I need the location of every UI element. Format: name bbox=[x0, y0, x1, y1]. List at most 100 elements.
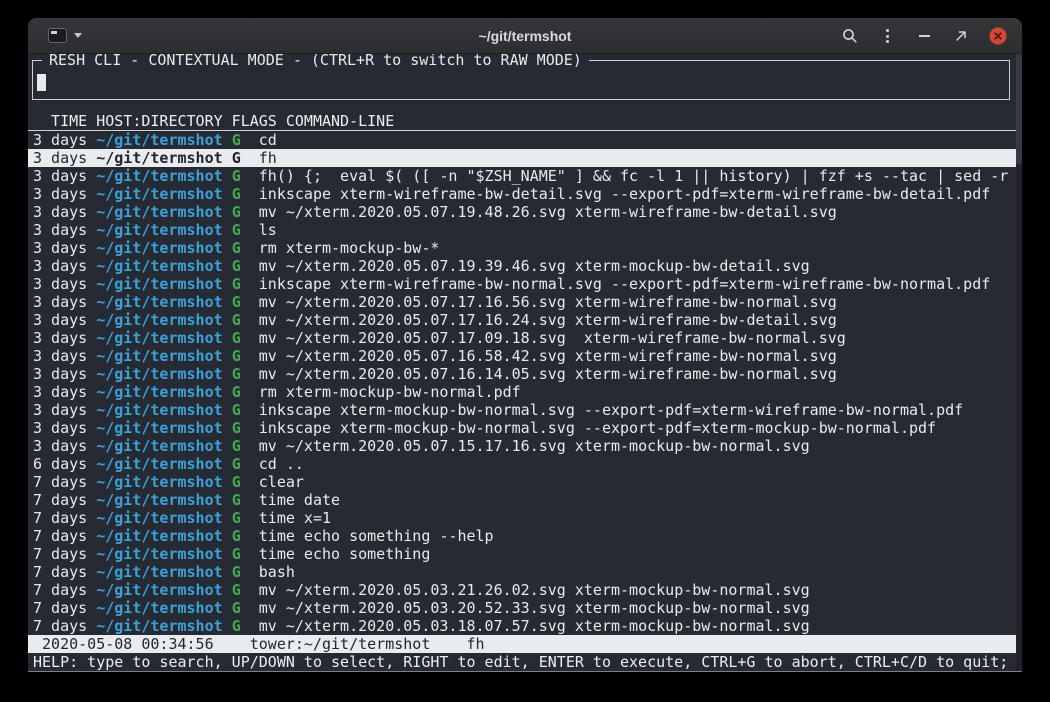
row-command: fh() {; eval $( ([ -n "$ZSH_NAME" ] && f… bbox=[259, 167, 1009, 185]
row-directory: ~/git/termshot bbox=[96, 509, 222, 527]
history-row[interactable]: 3 days ~/git/termshot G mv ~/xterm.2020.… bbox=[28, 293, 1022, 311]
minimize-button[interactable] bbox=[912, 24, 936, 48]
row-command: bash bbox=[259, 563, 295, 581]
history-row[interactable]: 6 days ~/git/termshot G cd .. bbox=[28, 455, 1022, 473]
history-row[interactable]: 3 days ~/git/termshot G rm xterm-mockup-… bbox=[28, 383, 1022, 401]
search-icon bbox=[842, 28, 858, 44]
row-directory: ~/git/termshot bbox=[96, 239, 222, 257]
menu-button[interactable] bbox=[875, 24, 899, 48]
new-terminal-button[interactable] bbox=[44, 25, 86, 46]
row-flags: G bbox=[232, 203, 241, 221]
chevron-down-icon bbox=[74, 33, 82, 38]
history-row[interactable]: 3 days ~/git/termshot G ls bbox=[28, 221, 1022, 239]
row-time: 7 days bbox=[33, 599, 87, 617]
help-line: HELP: type to search, UP/DOWN to select,… bbox=[28, 653, 1022, 671]
row-time: 7 days bbox=[33, 581, 87, 599]
row-time: 3 days bbox=[33, 221, 87, 239]
row-command: time echo something --help bbox=[259, 527, 494, 545]
row-flags: G bbox=[232, 491, 241, 509]
row-command: mv ~/xterm.2020.05.07.19.39.46.svg xterm… bbox=[259, 257, 810, 275]
titlebar[interactable]: ~/git/termshot bbox=[28, 18, 1022, 54]
row-time: 3 days bbox=[33, 131, 87, 149]
row-directory: ~/git/termshot bbox=[96, 401, 222, 419]
history-row[interactable]: 7 days ~/git/termshot G mv ~/xterm.2020.… bbox=[28, 617, 1022, 635]
row-directory: ~/git/termshot bbox=[96, 599, 222, 617]
row-flags: G bbox=[232, 365, 241, 383]
text-cursor bbox=[37, 74, 46, 91]
row-flags: G bbox=[232, 293, 241, 311]
row-flags: G bbox=[232, 527, 241, 545]
history-row[interactable]: 3 days ~/git/termshot G mv ~/xterm.2020.… bbox=[28, 311, 1022, 329]
row-directory: ~/git/termshot bbox=[96, 437, 222, 455]
history-row[interactable]: 3 days ~/git/termshot G cd bbox=[28, 131, 1022, 149]
row-command: mv ~/xterm.2020.05.03.21.26.02.svg xterm… bbox=[259, 581, 810, 599]
history-row[interactable]: 3 days ~/git/termshot G mv ~/xterm.2020.… bbox=[28, 437, 1022, 455]
history-row[interactable]: 7 days ~/git/termshot G mv ~/xterm.2020.… bbox=[28, 581, 1022, 599]
row-directory: ~/git/termshot bbox=[96, 473, 222, 491]
row-time: 3 days bbox=[33, 167, 87, 185]
history-row[interactable]: 3 days ~/git/termshot G mv ~/xterm.2020.… bbox=[28, 329, 1022, 347]
row-flags: G bbox=[232, 473, 241, 491]
history-row[interactable]: 7 days ~/git/termshot G time date bbox=[28, 491, 1022, 509]
row-directory: ~/git/termshot bbox=[96, 419, 222, 437]
row-directory: ~/git/termshot bbox=[96, 527, 222, 545]
row-flags: G bbox=[232, 329, 241, 347]
row-flags: G bbox=[232, 311, 241, 329]
resh-search-input[interactable]: RESH CLI - CONTEXTUAL MODE - (CTRL+R to … bbox=[32, 60, 1010, 100]
row-command: inkscape xterm-wireframe-bw-normal.svg -… bbox=[259, 275, 991, 293]
row-directory: ~/git/termshot bbox=[96, 275, 222, 293]
row-time: 7 days bbox=[33, 617, 87, 635]
row-time: 3 days bbox=[33, 185, 87, 203]
row-flags: G bbox=[232, 617, 241, 635]
row-directory: ~/git/termshot bbox=[96, 167, 222, 185]
row-command: mv ~/xterm.2020.05.07.17.16.24.svg xterm… bbox=[259, 311, 837, 329]
history-row[interactable]: 3 days ~/git/termshot G inkscape xterm-m… bbox=[28, 401, 1022, 419]
close-button[interactable] bbox=[986, 24, 1010, 48]
row-directory: ~/git/termshot bbox=[96, 185, 222, 203]
row-command: ls bbox=[259, 221, 277, 239]
history-row[interactable]: 3 days ~/git/termshot G inkscape xterm-w… bbox=[28, 275, 1022, 293]
row-time: 7 days bbox=[33, 473, 87, 491]
row-time: 7 days bbox=[33, 545, 87, 563]
row-time: 7 days bbox=[33, 491, 87, 509]
row-directory: ~/git/termshot bbox=[96, 203, 222, 221]
history-row[interactable]: 3 days ~/git/termshot G fh bbox=[28, 149, 1022, 167]
terminal-screen[interactable]: RESH CLI - CONTEXTUAL MODE - (CTRL+R to … bbox=[28, 54, 1022, 672]
row-flags: G bbox=[232, 455, 241, 473]
history-row[interactable]: 7 days ~/git/termshot G clear bbox=[28, 473, 1022, 491]
row-flags: G bbox=[232, 167, 241, 185]
scrollbar[interactable] bbox=[1016, 54, 1022, 671]
history-row[interactable]: 7 days ~/git/termshot G time echo someth… bbox=[28, 545, 1022, 563]
history-row[interactable]: 3 days ~/git/termshot G mv ~/xterm.2020.… bbox=[28, 365, 1022, 383]
row-directory: ~/git/termshot bbox=[96, 347, 222, 365]
history-row[interactable]: 3 days ~/git/termshot G mv ~/xterm.2020.… bbox=[28, 257, 1022, 275]
row-directory: ~/git/termshot bbox=[96, 329, 222, 347]
history-row[interactable]: 7 days ~/git/termshot G time echo someth… bbox=[28, 527, 1022, 545]
row-directory: ~/git/termshot bbox=[96, 293, 222, 311]
row-command: mv ~/xterm.2020.05.07.17.09.18.svg xterm… bbox=[259, 329, 846, 347]
scrollbar-thumb[interactable] bbox=[1016, 54, 1022, 164]
history-row[interactable]: 3 days ~/git/termshot G fh() {; eval $( … bbox=[28, 167, 1022, 185]
row-command: fh bbox=[259, 149, 277, 167]
history-row[interactable]: 7 days ~/git/termshot G mv ~/xterm.2020.… bbox=[28, 599, 1022, 617]
history-row[interactable]: 3 days ~/git/termshot G mv ~/xterm.2020.… bbox=[28, 203, 1022, 221]
row-time: 6 days bbox=[33, 455, 87, 473]
row-time: 3 days bbox=[33, 419, 87, 437]
history-row[interactable]: 3 days ~/git/termshot G inkscape xterm-m… bbox=[28, 419, 1022, 437]
search-button[interactable] bbox=[838, 24, 862, 48]
row-directory: ~/git/termshot bbox=[96, 149, 222, 167]
row-command: time echo something bbox=[259, 545, 431, 563]
row-flags: G bbox=[232, 221, 241, 239]
row-directory: ~/git/termshot bbox=[96, 563, 222, 581]
history-row[interactable]: 3 days ~/git/termshot G mv ~/xterm.2020.… bbox=[28, 347, 1022, 365]
history-row[interactable]: 7 days ~/git/termshot G time x=1 bbox=[28, 509, 1022, 527]
history-row[interactable]: 3 days ~/git/termshot G rm xterm-mockup-… bbox=[28, 239, 1022, 257]
row-time: 3 days bbox=[33, 203, 87, 221]
kebab-icon bbox=[886, 29, 889, 32]
maximize-button[interactable] bbox=[949, 24, 973, 48]
row-command: cd bbox=[259, 131, 277, 149]
row-directory: ~/git/termshot bbox=[96, 131, 222, 149]
row-directory: ~/git/termshot bbox=[96, 383, 222, 401]
history-row[interactable]: 7 days ~/git/termshot G bash bbox=[28, 563, 1022, 581]
history-row[interactable]: 3 days ~/git/termshot G inkscape xterm-w… bbox=[28, 185, 1022, 203]
